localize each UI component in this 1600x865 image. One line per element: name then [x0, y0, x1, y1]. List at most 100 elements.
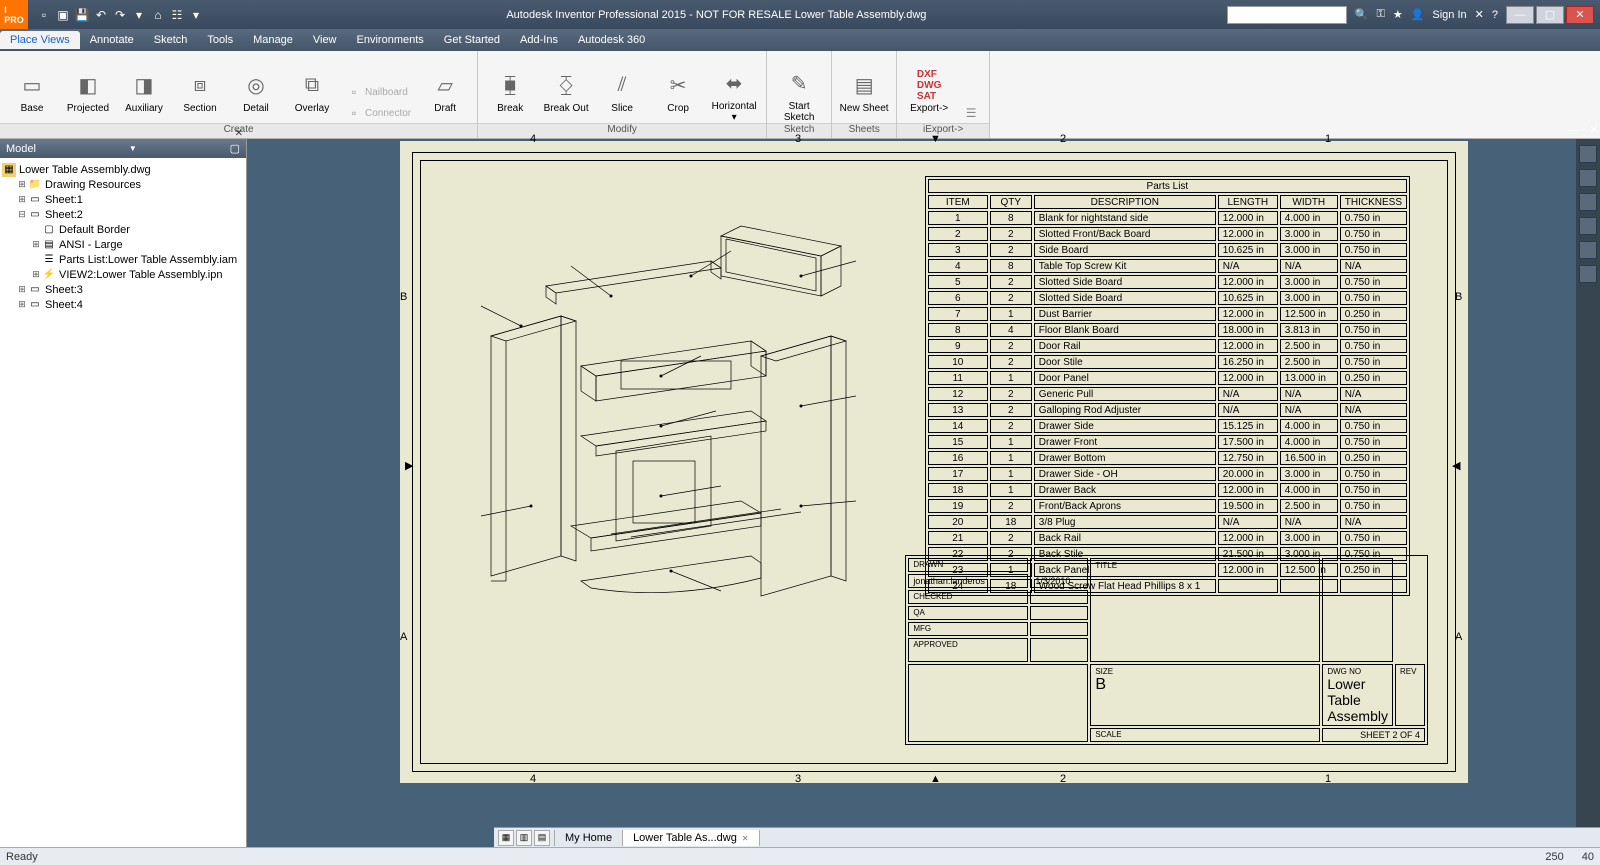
- section-button[interactable]: ⧈Section: [174, 69, 226, 123]
- base-button[interactable]: ▭Base: [6, 69, 58, 123]
- parts-list-table[interactable]: Parts ListITEMQTYDESCRIPTIONLENGTHWIDTHT…: [925, 176, 1410, 596]
- star-icon[interactable]: ★: [1393, 8, 1403, 21]
- crop-button[interactable]: ✂Crop: [652, 69, 704, 123]
- tree-item[interactable]: ▢Default Border: [2, 222, 244, 237]
- qat-save-icon[interactable]: 💾: [74, 7, 90, 23]
- document-tab[interactable]: Lower Table As...dwg✕: [623, 830, 759, 846]
- exchange-icon[interactable]: ✕: [1475, 8, 1484, 21]
- detail-button[interactable]: ◎Detail: [230, 69, 282, 123]
- exploded-view[interactable]: [461, 206, 881, 621]
- tree-item[interactable]: ⊞▭Sheet:3: [2, 282, 244, 297]
- key-icon[interactable]: ⚿: [1376, 8, 1384, 21]
- nav-lookat-icon[interactable]: [1579, 265, 1597, 283]
- parts-row[interactable]: 20183/8 PlugN/AN/AN/A: [928, 515, 1407, 529]
- overlay-button[interactable]: ⧉Overlay: [286, 69, 338, 123]
- ribbon-tab-environments[interactable]: Environments: [347, 31, 434, 49]
- signin-label[interactable]: Sign In: [1432, 9, 1466, 21]
- qat-open-icon[interactable]: ▣: [55, 7, 71, 23]
- parts-row[interactable]: 92Door Rail12.000 in2.500 in0.750 in: [928, 339, 1407, 353]
- qat-home-icon[interactable]: ⌂: [150, 7, 166, 23]
- close-button[interactable]: ✕: [1566, 6, 1594, 24]
- parts-row[interactable]: 132Galloping Rod AdjusterN/AN/AN/A: [928, 403, 1407, 417]
- tree-item[interactable]: ⊞⚡VIEW2:Lower Table Assembly.ipn: [2, 267, 244, 282]
- nav-zoom-icon[interactable]: [1579, 217, 1597, 235]
- ribbon-tab-tools[interactable]: Tools: [197, 31, 243, 49]
- ribbon-tab-sketch[interactable]: Sketch: [144, 31, 198, 49]
- new-sheet-button[interactable]: ▤ New Sheet: [838, 69, 890, 123]
- search-input[interactable]: [1227, 6, 1347, 24]
- tree-item[interactable]: ⊞▭Sheet:1: [2, 192, 244, 207]
- browser-pin-icon[interactable]: ▢: [230, 142, 240, 155]
- tree-item[interactable]: ⊟▭Sheet:2: [2, 207, 244, 222]
- tree-item[interactable]: ⊞📁Drawing Resources: [2, 177, 244, 192]
- qat-new-icon[interactable]: ▫: [36, 7, 52, 23]
- ribbon-tab-view[interactable]: View: [303, 31, 347, 49]
- help-icon[interactable]: ?: [1492, 9, 1498, 21]
- parts-row[interactable]: 22Slotted Front/Back Board12.000 in3.000…: [928, 227, 1407, 241]
- browser-tree[interactable]: ▦Lower Table Assembly.dwg⊞📁Drawing Resou…: [0, 160, 246, 847]
- parts-row[interactable]: 62Slotted Side Board10.625 in3.000 in0.7…: [928, 291, 1407, 305]
- parts-row[interactable]: 52Slotted Side Board12.000 in3.000 in0.7…: [928, 275, 1407, 289]
- parts-row[interactable]: 171Drawer Side - OH20.000 in3.000 in0.75…: [928, 467, 1407, 481]
- parts-row[interactable]: 32Side Board10.625 in3.000 in0.750 in: [928, 243, 1407, 257]
- viewcube-icon[interactable]: [1579, 145, 1597, 163]
- nav-home-icon[interactable]: [1579, 169, 1597, 187]
- parts-row[interactable]: 212Back Rail12.000 in3.000 in0.750 in: [928, 531, 1407, 545]
- qat-select-icon[interactable]: ▾: [131, 7, 147, 23]
- qat-redo-icon[interactable]: ↷: [112, 7, 128, 23]
- parts-row[interactable]: 142Drawer Side15.125 in4.000 in0.750 in: [928, 419, 1407, 433]
- document-tab[interactable]: My Home: [555, 830, 623, 846]
- projected-button[interactable]: ◧Projected: [62, 69, 114, 123]
- ribbon-tab-get-started[interactable]: Get Started: [434, 31, 510, 49]
- break-out-button[interactable]: ⧰Break Out: [540, 69, 592, 123]
- parts-row[interactable]: 84Floor Blank Board18.000 in3.813 in0.75…: [928, 323, 1407, 337]
- draft-button[interactable]: ▱Draft: [419, 69, 471, 123]
- tree-item[interactable]: ⊞▭Sheet:4: [2, 297, 244, 312]
- app-icon[interactable]: IPRO: [0, 0, 28, 29]
- doc-close-icon[interactable]: ✕: [1590, 125, 1598, 136]
- horizontal-button[interactable]: ⬌Horizontal▾: [708, 67, 760, 123]
- nav-orbit-icon[interactable]: [1579, 241, 1597, 259]
- doc-restore-icon[interactable]: ▫: [1582, 125, 1586, 136]
- drawing-canvas[interactable]: —▫✕: [247, 139, 1600, 847]
- qat-dropdown-icon[interactable]: ▾: [188, 7, 204, 23]
- signin-icon[interactable]: 👤: [1411, 8, 1425, 21]
- ribbon-tab-place-views[interactable]: Place Views: [0, 31, 80, 49]
- qat-undo-icon[interactable]: ↶: [93, 7, 109, 23]
- parts-row[interactable]: 18Blank for nightstand side12.000 in4.00…: [928, 211, 1407, 225]
- parts-row[interactable]: 102Door Stile16.250 in2.500 in0.750 in: [928, 355, 1407, 369]
- minimize-button[interactable]: —: [1506, 6, 1534, 24]
- tree-item[interactable]: ☰Parts List:Lower Table Assembly.iam: [2, 252, 244, 267]
- ribbon-tab-add-ins[interactable]: Add-Ins: [510, 31, 568, 49]
- ribbon-tab-annotate[interactable]: Annotate: [80, 31, 144, 49]
- export-options-button[interactable]: ☰: [959, 103, 983, 123]
- parts-row[interactable]: 192Front/Back Aprons19.500 in2.500 in0.7…: [928, 499, 1407, 513]
- export-button[interactable]: DXFDWGSAT Export->: [903, 69, 955, 123]
- view-mode-2-icon[interactable]: ▥: [516, 830, 532, 846]
- maximize-button[interactable]: ▢: [1536, 6, 1564, 24]
- view-mode-1-icon[interactable]: ▦: [498, 830, 514, 846]
- parts-row[interactable]: 161Drawer Bottom12.750 in16.500 in0.250 …: [928, 451, 1407, 465]
- ribbon-tab-manage[interactable]: Manage: [243, 31, 303, 49]
- parts-row[interactable]: 122Generic PullN/AN/AN/A: [928, 387, 1407, 401]
- parts-row[interactable]: 151Drawer Front17.500 in4.000 in0.750 in: [928, 435, 1407, 449]
- nav-pan-icon[interactable]: [1579, 193, 1597, 211]
- break-button[interactable]: ⧯Break: [484, 69, 536, 123]
- doc-minimize-icon[interactable]: —: [1568, 125, 1578, 136]
- view-mode-3-icon[interactable]: ▤: [534, 830, 550, 846]
- qat-team-icon[interactable]: ☷: [169, 7, 185, 23]
- auxiliary-button[interactable]: ◨Auxiliary: [118, 69, 170, 123]
- tree-root[interactable]: ▦Lower Table Assembly.dwg: [2, 162, 244, 177]
- tree-item[interactable]: ⊞▤ANSI - Large: [2, 237, 244, 252]
- start-sketch-button[interactable]: ✎ StartSketch: [773, 67, 825, 123]
- parts-row[interactable]: 181Drawer Back12.000 in4.000 in0.750 in: [928, 483, 1407, 497]
- binoculars-icon[interactable]: 🔍: [1355, 8, 1369, 21]
- parts-row[interactable]: 111Door Panel12.000 in13.000 in0.250 in: [928, 371, 1407, 385]
- tab-close-icon[interactable]: ✕: [742, 834, 749, 843]
- ribbon-tab-autodesk-360[interactable]: Autodesk 360: [568, 31, 655, 49]
- browser-close-icon[interactable]: ✕: [235, 128, 243, 139]
- parts-row[interactable]: 71Dust Barrier12.000 in12.500 in0.250 in: [928, 307, 1407, 321]
- parts-row[interactable]: 48Table Top Screw KitN/AN/AN/A: [928, 259, 1407, 273]
- slice-button[interactable]: ⫽Slice: [596, 69, 648, 123]
- browser-header[interactable]: Model▼ ▢: [0, 139, 246, 158]
